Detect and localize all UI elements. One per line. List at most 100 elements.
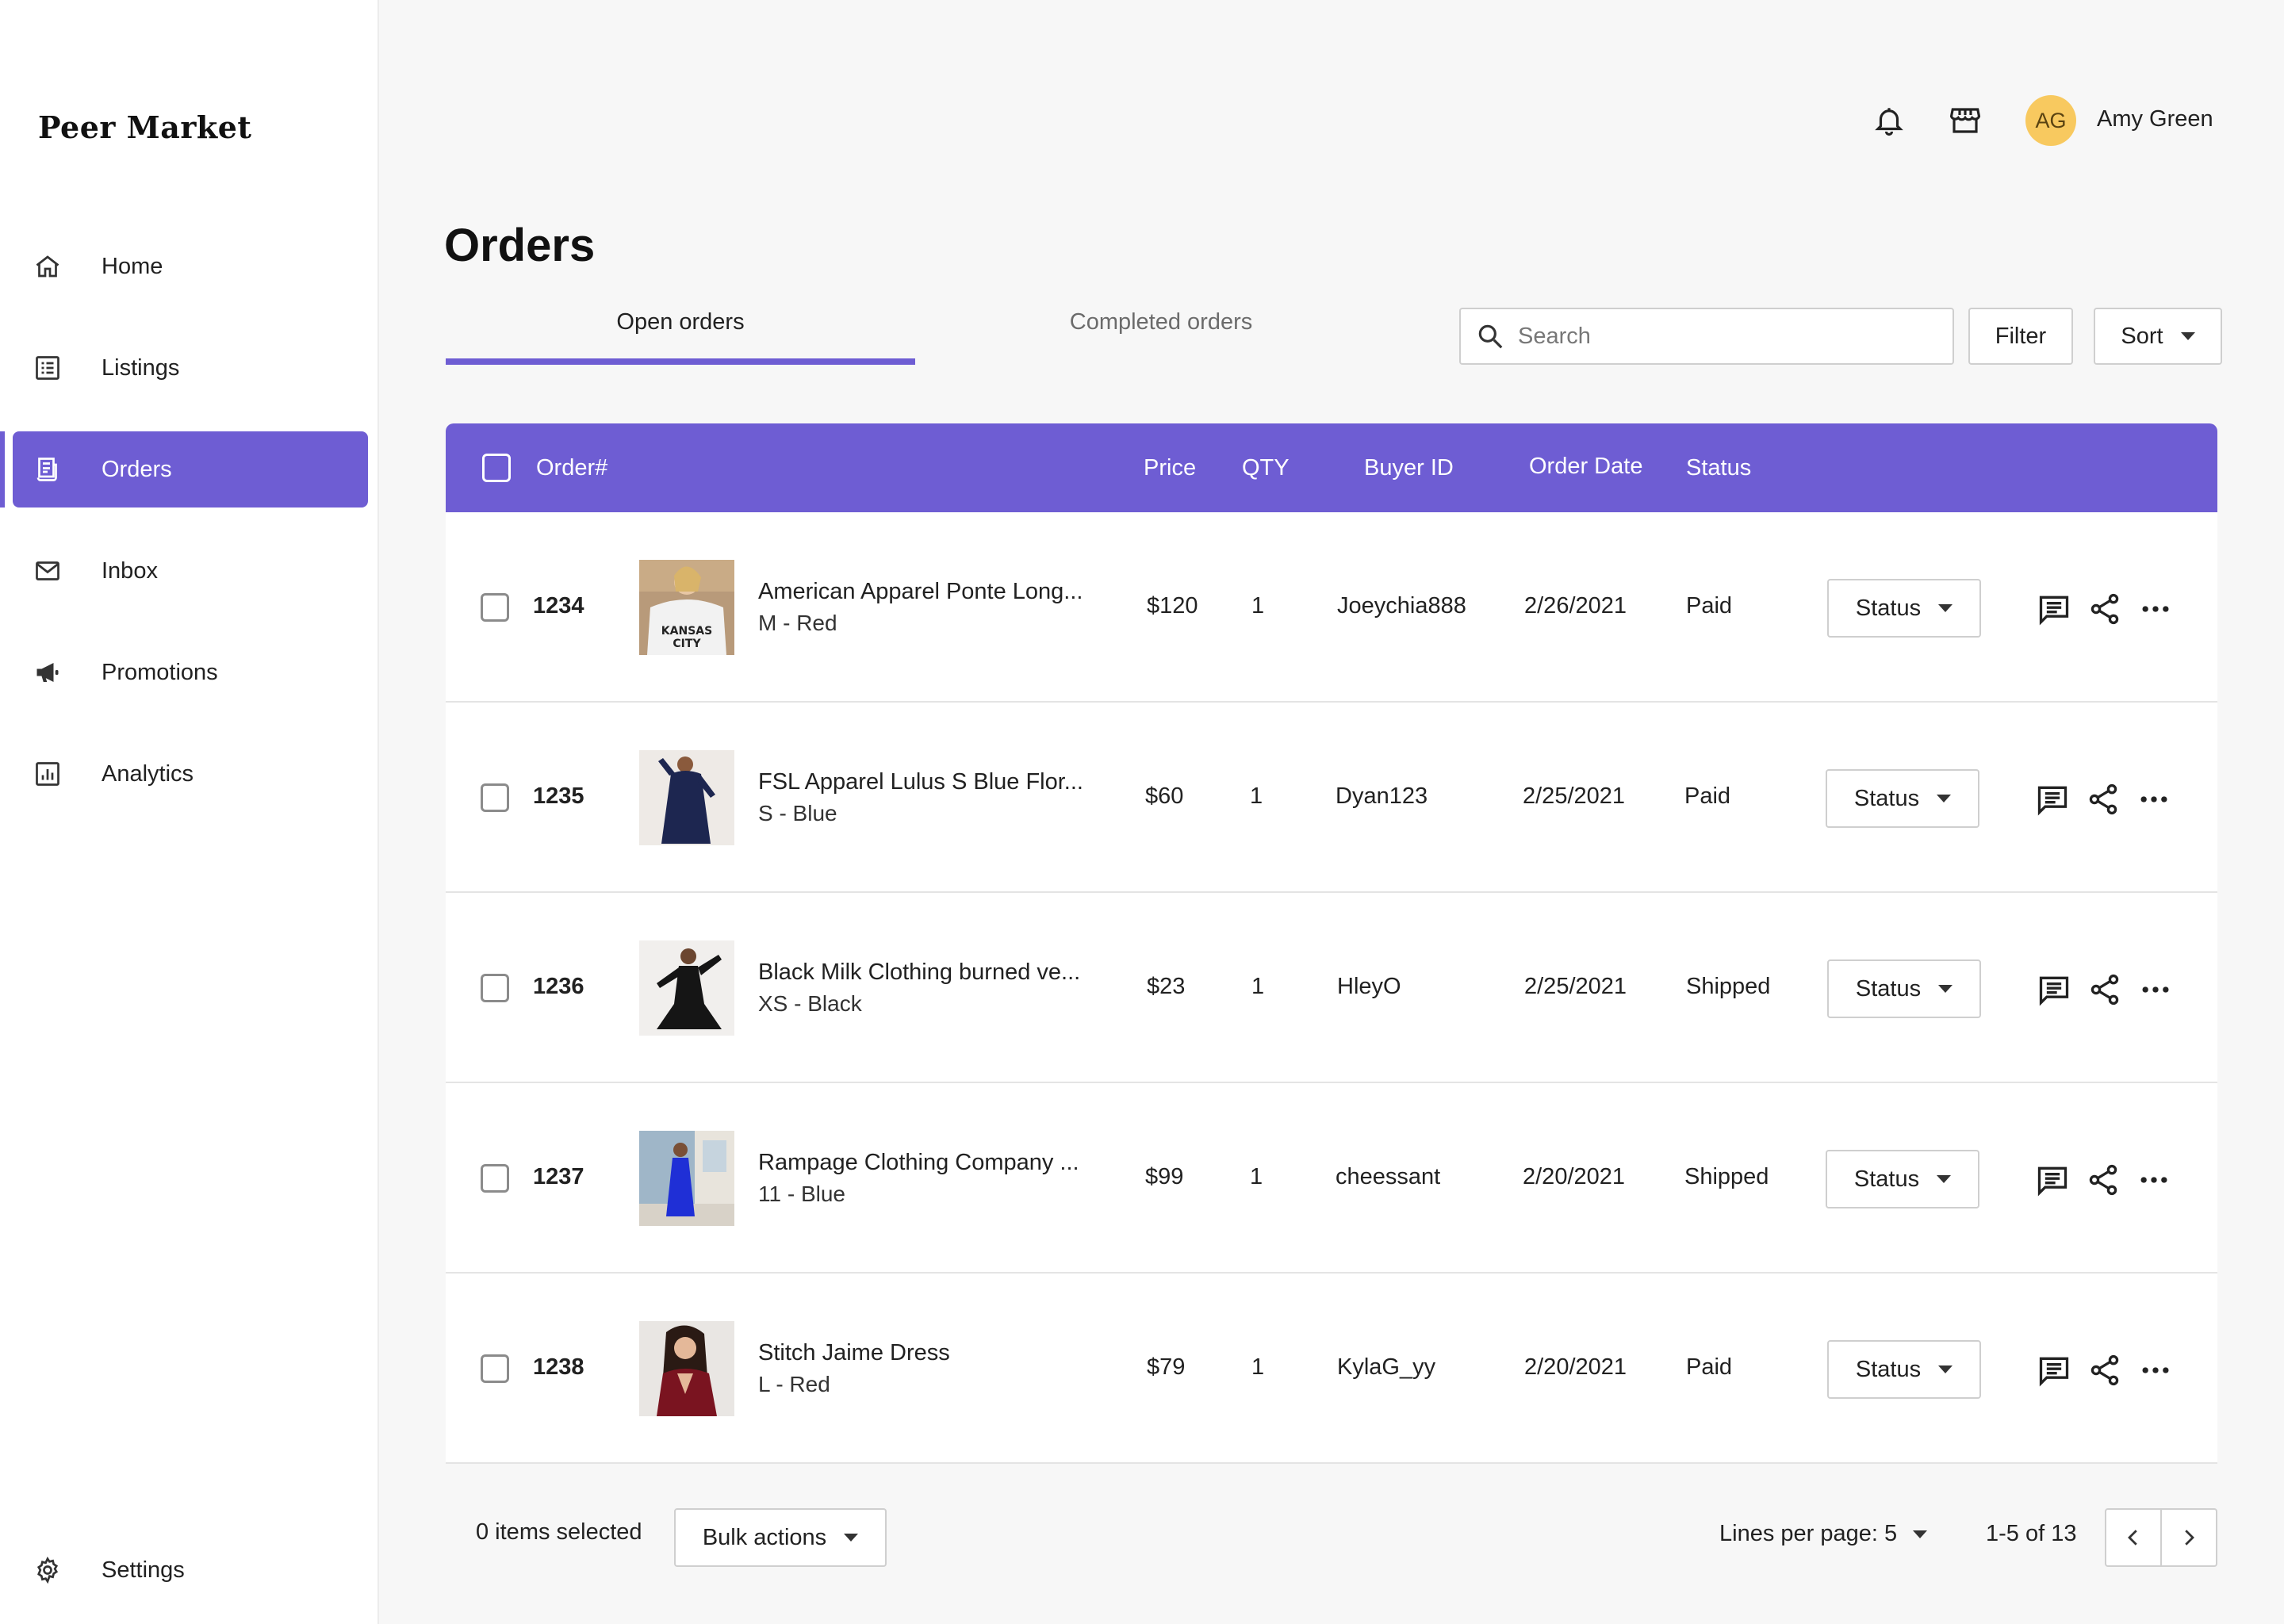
row-checkbox[interactable] bbox=[481, 593, 509, 622]
column-header-order[interactable]: Order# bbox=[536, 455, 607, 481]
tab-completed-orders[interactable]: Completed orders bbox=[926, 309, 1396, 366]
status-dropdown-button[interactable]: Status bbox=[1826, 1150, 1979, 1208]
filter-button[interactable]: Filter bbox=[1968, 308, 2073, 365]
status-dropdown-button[interactable]: Status bbox=[1827, 959, 1981, 1018]
share-icon[interactable] bbox=[2086, 971, 2124, 1009]
product-thumbnail[interactable]: KANSAS CITY bbox=[639, 560, 734, 655]
buyer-id-cell[interactable]: Dyan123 bbox=[1336, 783, 1428, 810]
product-name[interactable]: Stitch Jaime Dress bbox=[758, 1340, 950, 1366]
table-row[interactable]: 1236 Black Milk Clothing burned ve... XS… bbox=[446, 893, 2217, 1083]
product-name[interactable]: Rampage Clothing Company ... bbox=[758, 1150, 1079, 1176]
table-row[interactable]: 1234 KANSAS CITY American Apparel Ponte L… bbox=[446, 512, 2217, 703]
table-row[interactable]: 1237 Rampage Clothing Company ... 11 - B… bbox=[446, 1083, 2217, 1274]
orders-table: Order# Price QTY Buyer ID Order Date Sta… bbox=[446, 423, 2217, 1464]
price-cell: $23 bbox=[1147, 974, 1186, 999]
next-page-button[interactable] bbox=[2160, 1510, 2216, 1565]
message-icon[interactable] bbox=[2035, 971, 2073, 1009]
status-dropdown-button[interactable]: Status bbox=[1827, 579, 1981, 638]
status-dropdown-button[interactable]: Status bbox=[1826, 769, 1979, 828]
filter-button-label: Filter bbox=[1995, 323, 2047, 349]
product-variant: L - Red bbox=[758, 1372, 830, 1396]
items-selected-count: 0 items selected bbox=[476, 1519, 642, 1545]
product-thumbnail[interactable] bbox=[639, 940, 734, 1036]
sidebar-item-orders[interactable]: Orders bbox=[13, 431, 368, 508]
row-checkbox[interactable] bbox=[481, 1164, 509, 1193]
buyer-id-cell[interactable]: HleyO bbox=[1337, 974, 1401, 1000]
message-icon[interactable] bbox=[2035, 1351, 2073, 1389]
table-header: Order# Price QTY Buyer ID Order Date Sta… bbox=[446, 423, 2217, 512]
product-variant: 11 - Blue bbox=[758, 1182, 845, 1206]
chevron-down-icon bbox=[844, 1534, 859, 1542]
avatar[interactable]: AG bbox=[2025, 95, 2076, 146]
column-header-status[interactable]: Status bbox=[1686, 455, 1751, 481]
inbox-icon bbox=[32, 555, 63, 587]
svg-text:CITY: CITY bbox=[673, 638, 701, 650]
qty-cell: 1 bbox=[1251, 1354, 1265, 1380]
column-header-qty[interactable]: QTY bbox=[1242, 455, 1290, 481]
notifications-bell-icon[interactable] bbox=[1870, 102, 1908, 140]
product-thumbnail[interactable] bbox=[639, 1131, 734, 1226]
order-date-cell: 2/20/2021 bbox=[1523, 1164, 1626, 1189]
lines-per-page-select[interactable]: Lines per page: 5 bbox=[1719, 1521, 1928, 1547]
bulk-actions-button[interactable]: Bulk actions bbox=[674, 1508, 887, 1567]
product-thumbnail[interactable] bbox=[639, 1321, 734, 1416]
message-icon[interactable] bbox=[2035, 590, 2073, 628]
row-checkbox[interactable] bbox=[481, 974, 509, 1002]
product-name[interactable]: Black Milk Clothing burned ve... bbox=[758, 959, 1080, 986]
app-logo[interactable]: Peer Market bbox=[38, 109, 251, 145]
buyer-id-cell[interactable]: Joeychia888 bbox=[1337, 593, 1466, 619]
table-row[interactable]: 1238 Stitch Jaime Dress L - Red $79 1 Ky… bbox=[446, 1274, 2217, 1464]
status-cell: Paid bbox=[1686, 593, 1733, 619]
chevron-left-icon bbox=[2128, 1530, 2137, 1545]
previous-page-button[interactable] bbox=[2106, 1510, 2160, 1565]
more-options-icon[interactable] bbox=[2135, 780, 2173, 818]
row-checkbox[interactable] bbox=[481, 1354, 509, 1383]
column-header-buyer-id[interactable]: Buyer ID bbox=[1364, 455, 1454, 481]
orders-icon bbox=[32, 454, 63, 485]
sidebar-item-promotions[interactable]: Promotions bbox=[13, 634, 368, 710]
sidebar-item-inbox[interactable]: Inbox bbox=[13, 533, 368, 609]
active-nav-marker bbox=[0, 431, 5, 508]
sidebar-item-label: Home bbox=[102, 253, 163, 279]
chevron-down-icon bbox=[1937, 1175, 1952, 1183]
page-title: Orders bbox=[444, 220, 596, 271]
chevron-down-icon bbox=[1938, 604, 1953, 612]
qty-cell: 1 bbox=[1251, 974, 1265, 999]
more-options-icon[interactable] bbox=[2136, 590, 2175, 628]
message-icon[interactable] bbox=[2033, 780, 2071, 818]
table-row[interactable]: 1235 FSL Apparel Lulus S Blue Flor... S … bbox=[446, 703, 2217, 893]
select-all-checkbox[interactable] bbox=[482, 454, 511, 482]
sidebar-item-analytics[interactable]: Analytics bbox=[13, 736, 368, 812]
more-options-icon[interactable] bbox=[2136, 1351, 2175, 1389]
product-name[interactable]: American Apparel Ponte Long... bbox=[758, 579, 1083, 605]
status-dropdown-button[interactable]: Status bbox=[1827, 1340, 1981, 1399]
more-options-icon[interactable] bbox=[2135, 1161, 2173, 1199]
message-icon[interactable] bbox=[2033, 1161, 2071, 1199]
sidebar-item-listings[interactable]: Listings bbox=[13, 330, 368, 406]
column-header-price[interactable]: Price bbox=[1144, 455, 1196, 481]
row-checkbox[interactable] bbox=[481, 783, 509, 812]
storefront-icon[interactable] bbox=[1946, 102, 1984, 140]
buyer-id-cell[interactable]: KylaG_yy bbox=[1337, 1354, 1435, 1381]
sort-button[interactable]: Sort bbox=[2094, 308, 2222, 365]
sidebar-item-settings[interactable]: Settings bbox=[13, 1532, 368, 1608]
sidebar-item-home[interactable]: Home bbox=[13, 228, 368, 304]
order-number[interactable]: 1237 bbox=[533, 1164, 584, 1190]
product-variant: XS - Black bbox=[758, 991, 862, 1016]
order-number[interactable]: 1234 bbox=[533, 593, 584, 619]
more-options-icon[interactable] bbox=[2136, 971, 2175, 1009]
order-number[interactable]: 1236 bbox=[533, 974, 584, 1000]
share-icon[interactable] bbox=[2086, 1351, 2124, 1389]
order-number[interactable]: 1238 bbox=[533, 1354, 584, 1381]
product-name[interactable]: FSL Apparel Lulus S Blue Flor... bbox=[758, 769, 1083, 795]
search-box[interactable] bbox=[1459, 308, 1954, 365]
column-header-order-date[interactable]: Order Date bbox=[1529, 454, 1642, 480]
buyer-id-cell[interactable]: cheessant bbox=[1336, 1164, 1440, 1190]
user-name[interactable]: Amy Green bbox=[2097, 106, 2213, 132]
search-input[interactable] bbox=[1518, 323, 1930, 350]
share-icon[interactable] bbox=[2086, 590, 2124, 628]
order-number[interactable]: 1235 bbox=[533, 783, 584, 810]
share-icon[interactable] bbox=[2084, 1161, 2122, 1199]
product-thumbnail[interactable] bbox=[639, 750, 734, 845]
share-icon[interactable] bbox=[2084, 780, 2122, 818]
